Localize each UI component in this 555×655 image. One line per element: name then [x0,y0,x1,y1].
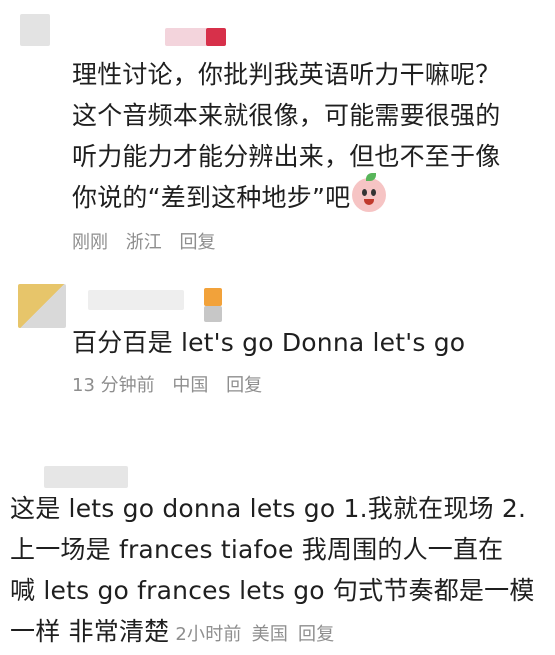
comment-3-text: 这是 lets go donna lets go 1.我就在现场 2. 上一场是… [10,488,550,655]
comment-line: 一样 非常清楚 2小时前 美国 回复 [10,611,550,655]
comment-line: 听力能力才能分辨出来，但也不至于像 [72,142,501,171]
comment-line: 喊 lets go frances lets go 句式节奏都是一模 [10,576,535,605]
comment-line: 你说的“差到这种地步”吧 [72,173,542,218]
comment-1-meta: 刚刚 浙江 回复 [72,228,227,254]
redacted-username-1b [206,28,226,46]
comment-time: 2小时前 [175,624,242,645]
redacted-username-2 [88,290,184,310]
comment-line-text: 你说的“差到这种地步”吧 [72,183,351,212]
comment-line: 理性讨论，你批判我英语听力干嘛呢？ [72,60,501,89]
redacted-username-1 [165,28,211,46]
peach-face-emoji-icon [352,173,387,212]
comment-time: 刚刚 [72,232,108,253]
reply-button[interactable]: 回复 [226,375,262,396]
redacted-avatar-2 [18,284,66,328]
redacted-username-2b [204,288,222,306]
comment-line: 这是 lets go donna lets go 1.我就在现场 2. [10,494,527,523]
redacted-username-3 [44,466,128,488]
comment-location: 浙江 [125,232,162,253]
comment-1-text: 理性讨论，你批判我英语听力干嘛呢？ 这个音频本来就很像，可能需要很强的 听力能力… [72,54,542,218]
reply-button[interactable]: 回复 [298,624,334,645]
comment-line: 这个音频本来就很像，可能需要很强的 [72,101,501,130]
comment-2-meta: 13 分钟前 中国 回复 [72,371,274,397]
redacted-avatar-1 [20,14,50,46]
comment-2-text: 百分百是 let's go Donna let's go [72,328,466,357]
reply-button[interactable]: 回复 [179,232,215,253]
comment-time: 13 分钟前 [72,375,155,396]
comment-line-text: 一样 非常清楚 [10,617,170,646]
comment-3-meta: 2小时前 美国 回复 [175,624,344,645]
comment-line: 上一场是 frances tiafoe 我周围的人一直在 [10,535,504,564]
comment-location: 中国 [172,375,209,396]
comment-location: 美国 [251,624,289,645]
redacted-username-2c [204,306,222,322]
